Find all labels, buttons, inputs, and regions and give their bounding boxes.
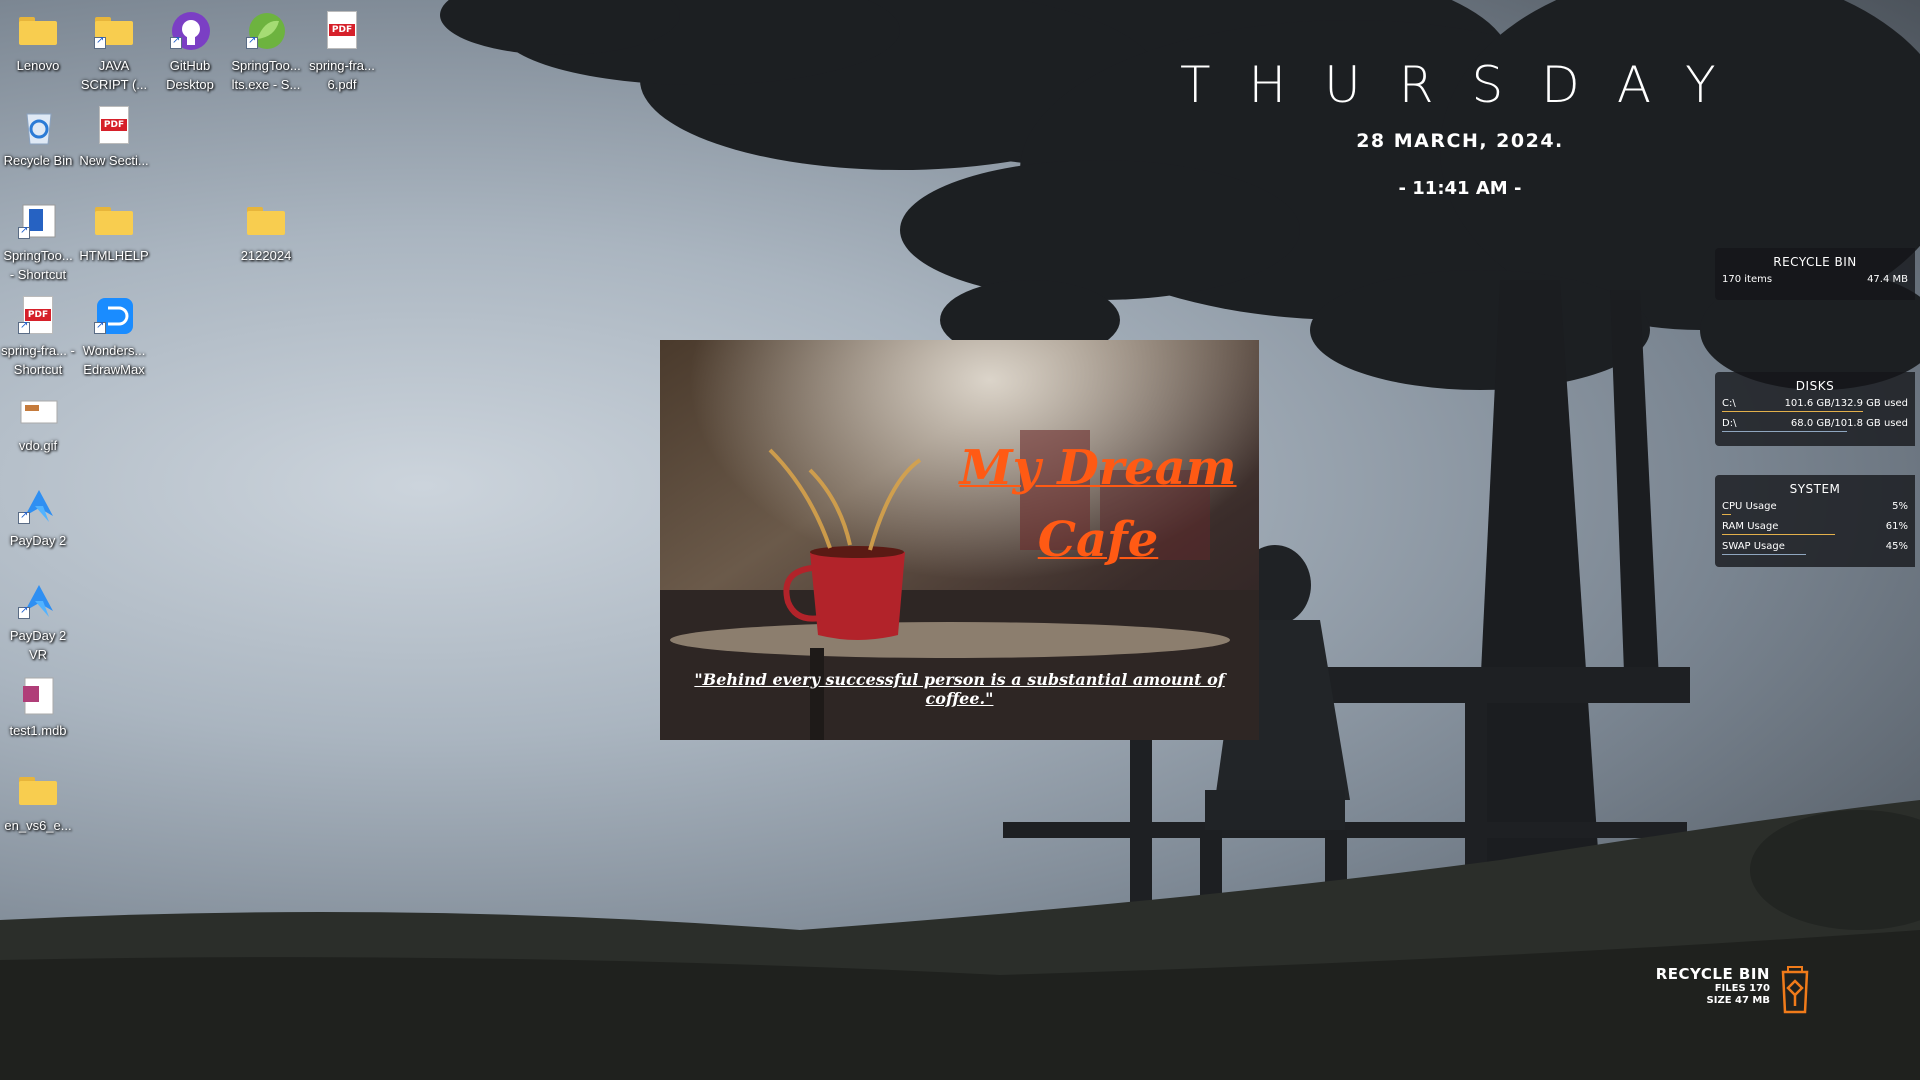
disks-panel: DISKS C:\ 101.6 GB/132.9 GB used D:\ 68.… [1715,372,1915,446]
system-row: CPU Usage 5% [1715,496,1915,516]
recycle-widget-files: FILES 170 [1714,983,1770,994]
disk-usage: 101.6 GB/132.9 GB used [1784,398,1908,409]
zip-folder-icon [19,771,59,811]
panel-title: SYSTEM [1789,482,1841,496]
recycle-items: 170 items [1722,274,1773,285]
system-value: 61% [1885,521,1908,532]
disk-drive: C:\ [1722,398,1736,409]
database-file-icon [19,676,59,716]
recycle-size: 47.4 MB [1867,274,1908,285]
desktop-icon-edrawmax[interactable]: Wonders... EdrawMax [76,290,152,380]
icon-label: JAVA SCRIPT (... [80,58,148,92]
panel-title: DISKS [1795,379,1835,393]
folder-icon [95,201,135,241]
image-icon [19,391,59,431]
icon-label: 2122024 [240,248,292,263]
desktop-icon-new-section[interactable]: PDF New Secti... [76,100,152,190]
desktop-icon-github[interactable]: GitHub Desktop [152,5,228,95]
pdf-icon: PDF [95,106,135,146]
time-label: - 11:41 AM - [1398,178,1522,199]
recycle-widget-size: SIZE 47 MB [1706,995,1770,1006]
cafe-title-line2: Cafe [1037,512,1159,568]
shortcut-arrow-icon [94,35,106,49]
system-label: CPU Usage [1722,501,1777,512]
cafe-picture-widget[interactable]: My Dream Cafe "Behind every successful p… [660,340,1259,740]
cafe-title-line1: My Dream [959,440,1237,496]
day-of-week: THURSDAY [1180,56,1754,114]
desktop-icon-recycle-bin[interactable]: Recycle Bin [0,100,76,190]
desktop-icon-spring-shortcut[interactable]: PDF spring-fra... - Shortcut [0,290,76,380]
desktop-icon-test1-mdb[interactable]: test1.mdb [0,670,76,760]
folder-icon [247,201,287,241]
system-row: RAM Usage 61% [1715,516,1915,536]
icon-label: Wonders... EdrawMax [82,343,146,377]
icon-label: en_vs6_e... [4,818,72,833]
icon-label: GitHub Desktop [166,58,214,92]
disk-usage-bar [1722,431,1847,432]
ram-usage-bar [1722,534,1835,535]
icon-label: test1.mdb [9,723,67,738]
shortcut-arrow-icon [18,225,30,239]
desktop-icon-payday2vr[interactable]: PayDay 2 VR [0,575,76,665]
system-row: SWAP Usage 45% [1715,536,1915,556]
shortcut-arrow-icon [170,35,182,49]
desktop-icon-springtools-shortcut[interactable]: SpringToo... - Shortcut [0,195,76,285]
icon-label: spring-fra... - Shortcut [1,343,75,377]
icon-label: PayDay 2 [9,533,67,548]
icon-label: Lenovo [16,58,60,73]
icon-label: Recycle Bin [3,153,73,168]
shortcut-arrow-icon [18,510,30,524]
cafe-quote: "Behind every successful person is a sub… [694,670,1225,708]
cpu-usage-bar [1722,514,1731,515]
folder-icon [19,11,59,51]
shortcut-arrow-icon [94,320,106,334]
desktop-icon-payday2[interactable]: PayDay 2 [0,480,76,570]
icon-label: SpringToo... lts.exe - S... [231,58,301,92]
desktop-icon-lenovo[interactable]: Lenovo [0,5,76,95]
pdf-icon: PDF [323,11,363,51]
disk-row: D:\ 68.0 GB/101.8 GB used [1715,413,1915,433]
desktop-icon-en-vs6[interactable]: en_vs6_e... [0,765,76,855]
desktop-icon-htmlhelp[interactable]: HTMLHELP [76,195,152,285]
icon-label: SpringToo... - Shortcut [3,248,73,282]
system-value: 45% [1885,541,1908,552]
swap-usage-bar [1722,554,1806,555]
disk-row: C:\ 101.6 GB/132.9 GB used [1715,393,1915,413]
icon-label: vdo.gif [18,438,58,453]
shortcut-arrow-icon [18,605,30,619]
date-label: 28 MARCH, 2024. [1356,130,1564,152]
desktop-icon-javascript[interactable]: JAVA SCRIPT (... [76,5,152,95]
shortcut-arrow-icon [246,35,258,49]
icon-label: spring-fra... 6.pdf [309,58,375,92]
recycle-bin-icon [19,106,59,146]
desktop-icon-vdo-gif[interactable]: vdo.gif [0,385,76,475]
recycle-bin-widget[interactable]: RECYCLE BIN FILES 170 SIZE 47 MB [1600,965,1770,1007]
icon-label: New Secti... [79,153,149,168]
system-label: RAM Usage [1722,521,1779,532]
panel-title: RECYCLE BIN [1773,255,1857,269]
system-panel: SYSTEM CPU Usage 5% RAM Usage 61% SWAP U… [1715,475,1915,567]
disk-usage-bar [1722,411,1863,412]
icon-label: PayDay 2 VR [9,628,67,662]
recycle-bin-panel[interactable]: RECYCLE BIN 170 items 47.4 MB [1715,248,1915,300]
disk-drive: D:\ [1722,418,1737,429]
desktop-icon-springtools-exe[interactable]: SpringToo... lts.exe - S... [228,5,304,95]
shortcut-arrow-icon [18,320,30,334]
recycle-bin-icon[interactable] [1780,966,1810,1014]
disk-usage: 68.0 GB/101.8 GB used [1790,418,1908,429]
system-value: 5% [1892,501,1908,512]
icon-label: HTMLHELP [79,248,149,263]
desktop-icon-spring-pdf[interactable]: PDF spring-fra... 6.pdf [304,5,380,95]
recycle-widget-title: RECYCLE BIN [1655,965,1770,983]
desktop-icon-2122024[interactable]: 2122024 [228,195,304,285]
system-label: SWAP Usage [1722,541,1785,552]
